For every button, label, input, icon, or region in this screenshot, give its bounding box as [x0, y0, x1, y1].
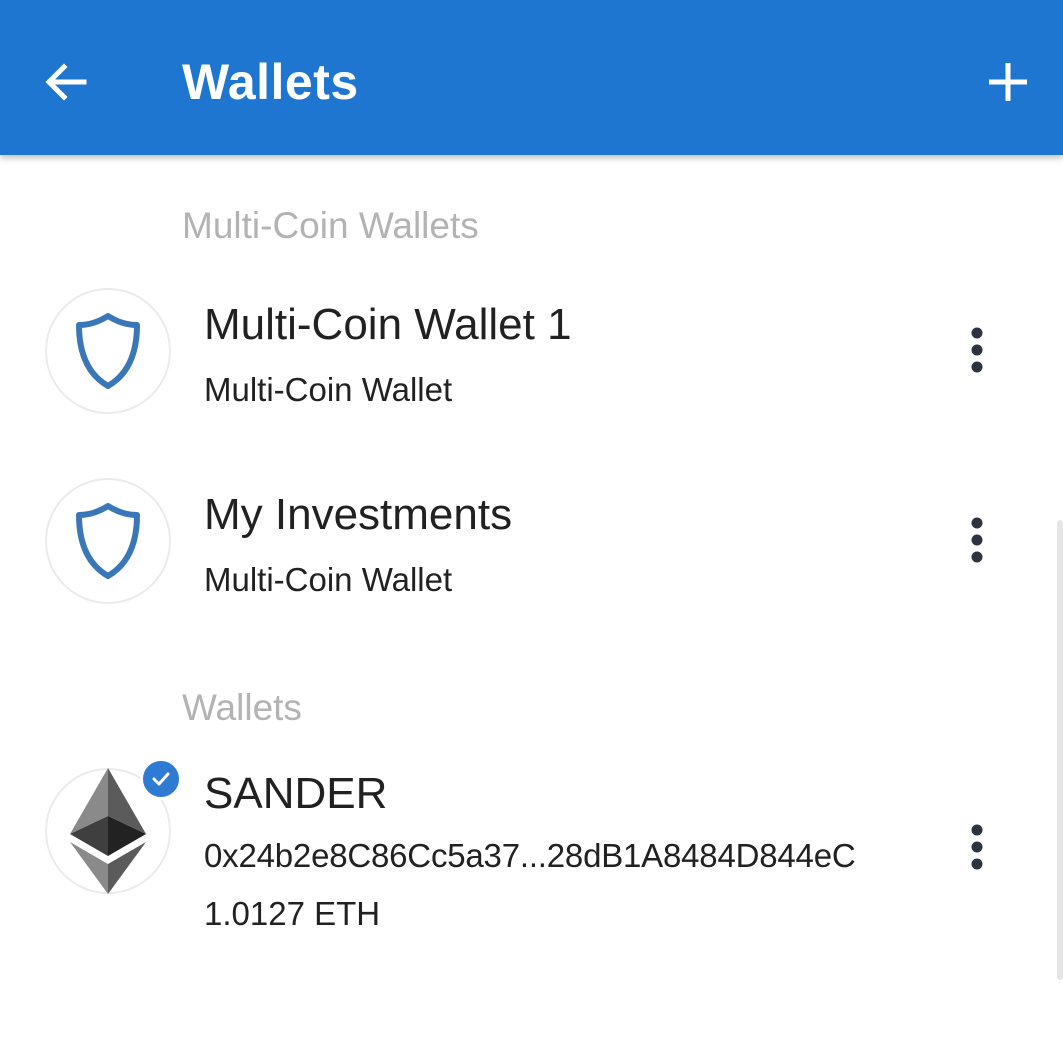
wallet-type: Multi-Coin Wallet [204, 371, 453, 408]
checkmark-icon [152, 772, 170, 786]
wallet-address: 0x24b2e8C86Cc5a37...28dB1A8484D844eC [204, 837, 856, 874]
selected-check-badge [140, 758, 182, 800]
more-vertical-icon [971, 824, 983, 870]
wallet-name: My Investments [204, 490, 513, 539]
list-item[interactable]: Multi-Coin Wallet 1 Multi-Coin Wallet [0, 270, 1063, 440]
more-options-button[interactable] [955, 510, 999, 570]
page-title: Wallets [182, 54, 359, 110]
avatar [45, 478, 171, 604]
more-vertical-icon [971, 327, 983, 373]
list-item[interactable]: My Investments Multi-Coin Wallet [0, 460, 1063, 630]
more-vertical-icon [971, 517, 983, 563]
avatar [45, 288, 171, 414]
wallet-name: Multi-Coin Wallet 1 [204, 300, 572, 349]
shield-icon [76, 503, 140, 579]
section-header-multi-coin: Multi-Coin Wallets [182, 205, 479, 246]
section-header-wallets: Wallets [182, 687, 302, 728]
plus-icon [989, 63, 1027, 101]
more-options-button[interactable] [955, 817, 999, 877]
wallet-name: SANDER [204, 769, 388, 818]
list-item[interactable]: SANDER 0x24b2e8C86Cc5a37...28dB1A8484D84… [0, 750, 1063, 950]
ethereum-icon [70, 768, 146, 894]
app-bar: Wallets [0, 0, 1063, 155]
wallet-balance: 1.0127 ETH [204, 895, 381, 932]
back-button[interactable] [36, 52, 96, 112]
add-wallet-button[interactable] [978, 52, 1038, 112]
wallet-type: Multi-Coin Wallet [204, 561, 453, 598]
shield-icon [76, 313, 140, 389]
arrow-left-icon [45, 63, 87, 101]
scrollbar[interactable] [1057, 520, 1063, 980]
more-options-button[interactable] [955, 320, 999, 380]
